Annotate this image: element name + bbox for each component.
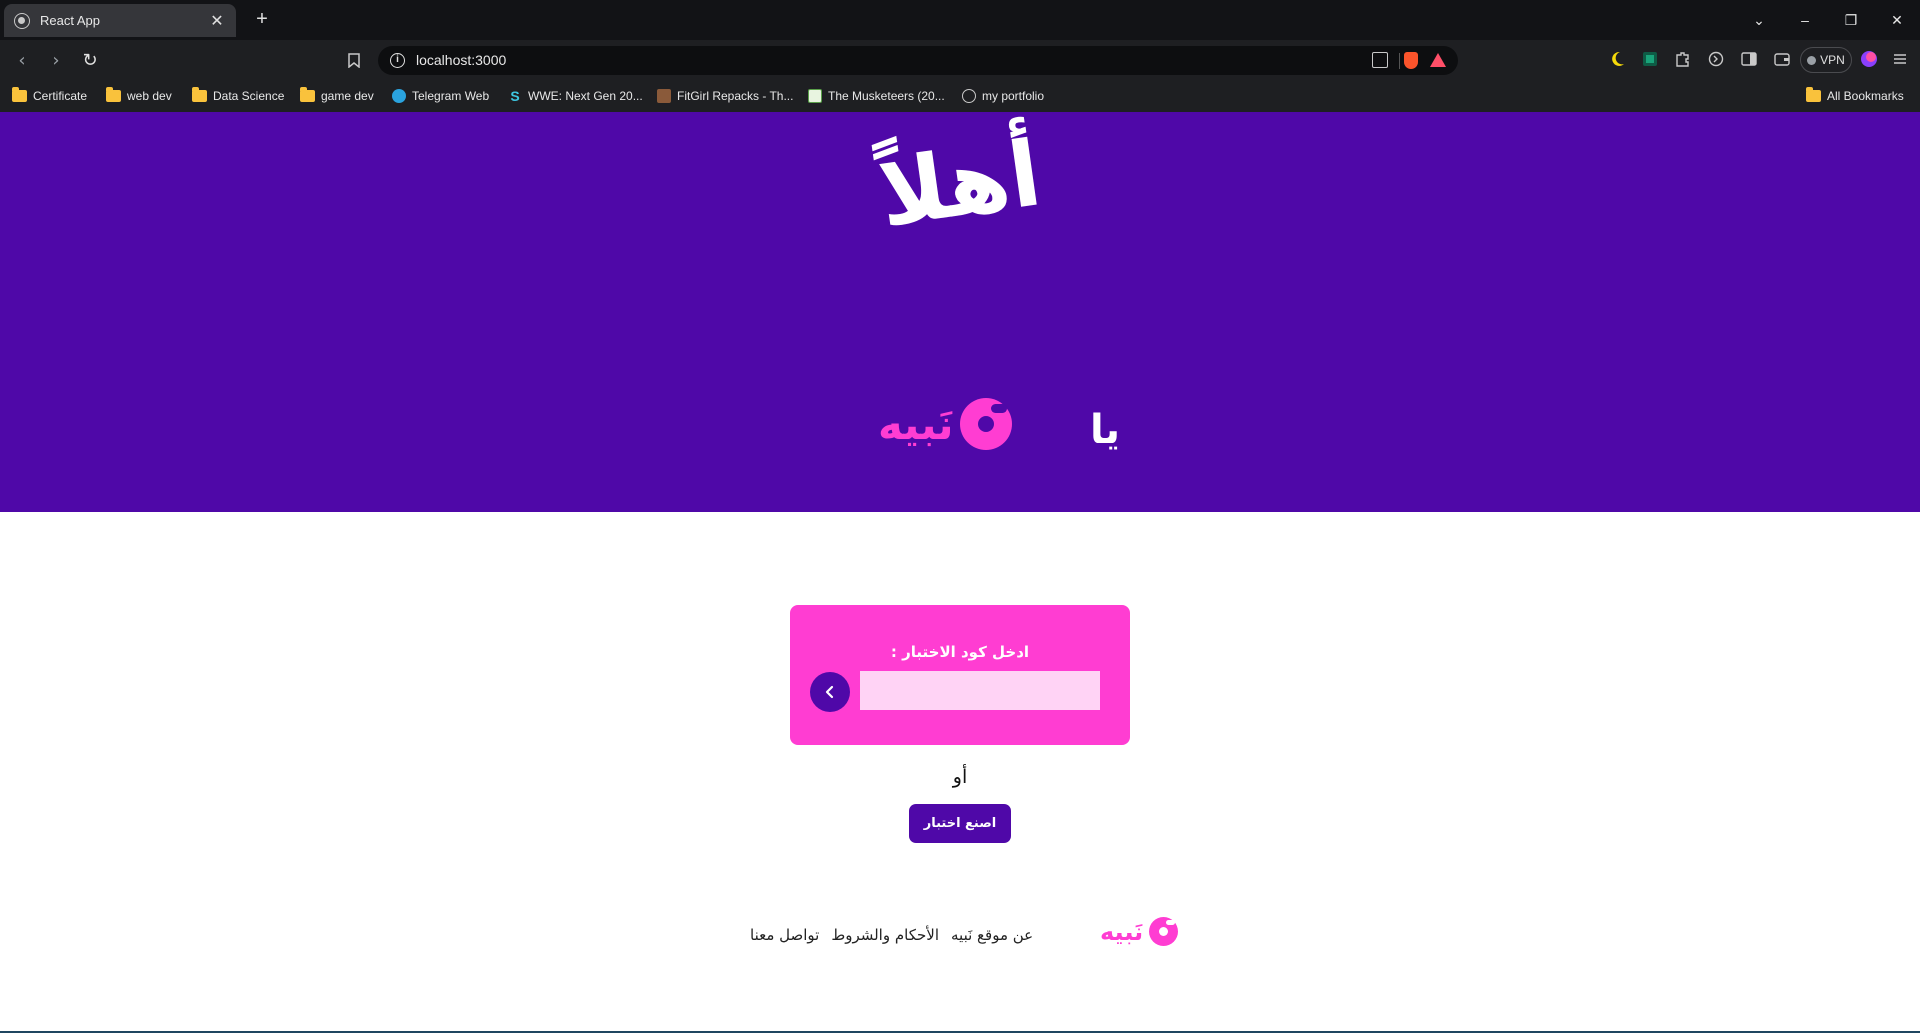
globe-icon: [14, 12, 30, 29]
quiz-code-label: ادخل كود الاختبار :: [890, 643, 1030, 661]
bookmarks-bar: Certificate web dev Data Science game de…: [0, 80, 1920, 112]
globe-icon: [962, 89, 976, 103]
bookmark-label: FitGirl Repacks - Th...: [677, 89, 794, 103]
brand-logo-icon: [1149, 917, 1179, 946]
or-divider-text: أو: [952, 766, 968, 788]
bookmark-fitgirl[interactable]: FitGirl Repacks - Th...: [657, 87, 793, 105]
sidebar-toggle-icon[interactable]: [1740, 50, 1758, 68]
bookmark-game-dev[interactable]: game dev: [300, 87, 374, 105]
vpn-label: VPN: [1820, 53, 1845, 67]
brave-shields-icon[interactable]: [1404, 52, 1418, 69]
leo-ai-icon[interactable]: [1860, 50, 1878, 68]
all-bookmarks[interactable]: All Bookmarks: [1806, 87, 1904, 105]
telegram-icon: [392, 89, 406, 103]
dark-reader-icon[interactable]: [1608, 50, 1626, 68]
bookmark-web-dev[interactable]: web dev: [106, 87, 172, 105]
reload-icon[interactable]: ↻: [78, 48, 102, 72]
browser-tab-strip: React App ✕ + ⌄ – ❐ ✕: [0, 0, 1920, 40]
footer-links: تواصل معنا الأحكام والشروط عن موقع نَبيه: [750, 926, 1033, 944]
bookmark-data-science[interactable]: Data Science: [192, 87, 284, 105]
tab-title: React App: [40, 13, 100, 28]
close-tab-icon[interactable]: ✕: [208, 11, 226, 30]
tab-search-icon[interactable]: ⌄: [1736, 0, 1782, 40]
new-tab-button[interactable]: +: [250, 8, 274, 32]
bookmark-label: my portfolio: [982, 89, 1045, 103]
submit-code-button[interactable]: [810, 672, 850, 712]
brave-rewards-icon[interactable]: [1430, 53, 1446, 67]
bookmark-portfolio[interactable]: my portfolio: [962, 87, 1044, 105]
folder-icon: [12, 87, 27, 102]
site-icon: S: [510, 88, 520, 104]
brand-wordmark: نَبيه: [1100, 917, 1144, 946]
all-bookmarks-label: All Bookmarks: [1827, 89, 1904, 103]
create-quiz-button[interactable]: اصنع اختبار: [909, 804, 1011, 843]
footer-brand-logo[interactable]: نَبيه: [1100, 917, 1179, 946]
share-icon[interactable]: [1372, 52, 1388, 68]
browser-toolbar: ‹ › ↻ i localhost:3000 VPN: [0, 40, 1920, 80]
bookmark-label: Certificate: [33, 89, 88, 103]
chevron-left-icon: [825, 685, 834, 699]
site-info-icon[interactable]: i: [390, 53, 405, 68]
omnibox-divider: [1399, 53, 1400, 69]
footer-link-contact[interactable]: تواصل معنا: [750, 926, 819, 944]
quiz-code-card: ادخل كود الاختبار :: [790, 605, 1130, 745]
vpn-status-icon: [1807, 55, 1817, 65]
minimize-button[interactable]: –: [1782, 0, 1828, 40]
extensions-puzzle-icon[interactable]: [1674, 50, 1692, 68]
brand-wordmark: نَبيه: [878, 399, 954, 449]
bookmark-label: Data Science: [213, 89, 285, 103]
bookmark-icon[interactable]: [342, 48, 366, 72]
extension-green-icon[interactable]: [1641, 50, 1659, 68]
bookmark-label: Telegram Web: [412, 89, 490, 103]
hero-ya: يا: [1090, 407, 1121, 453]
hero-title: أهلاً: [872, 121, 1048, 248]
close-window-button[interactable]: ✕: [1874, 0, 1920, 40]
bookmark-telegram[interactable]: Telegram Web: [392, 87, 489, 105]
site-icon: [808, 89, 822, 103]
restore-button[interactable]: ❐: [1828, 0, 1874, 40]
folder-icon: [106, 87, 121, 102]
menu-icon[interactable]: [1891, 50, 1909, 68]
back-icon[interactable]: ‹: [10, 48, 34, 72]
site-icon: [657, 89, 671, 103]
bookmark-label: web dev: [127, 89, 172, 103]
folder-icon: [192, 87, 207, 102]
folder-icon: [300, 87, 315, 102]
vpn-button[interactable]: VPN: [1800, 47, 1852, 73]
bookmark-label: WWE: Next Gen 20...: [528, 89, 643, 103]
bookmark-wwe[interactable]: S WWE: Next Gen 20...: [508, 87, 643, 105]
quiz-code-input[interactable]: [860, 671, 1100, 710]
active-tab[interactable]: React App ✕: [4, 4, 236, 37]
sync-icon[interactable]: [1707, 50, 1725, 68]
footer-link-about[interactable]: عن موقع نَبيه: [951, 926, 1033, 944]
url-text[interactable]: localhost:3000: [416, 52, 506, 68]
folder-icon: [1806, 87, 1821, 102]
footer-link-terms[interactable]: الأحكام والشروط: [831, 926, 939, 944]
brand-logo-icon: [959, 398, 1012, 450]
address-bar[interactable]: i localhost:3000: [378, 46, 1458, 75]
bookmark-certificate[interactable]: Certificate: [12, 87, 87, 105]
hero-brand-logo: نَبيه: [878, 398, 1012, 450]
bookmark-label: The Musketeers (20...: [828, 89, 945, 103]
wallet-icon[interactable]: [1773, 50, 1791, 68]
bookmark-label: game dev: [321, 89, 374, 103]
bookmark-musketeers[interactable]: The Musketeers (20...: [808, 87, 945, 105]
forward-icon[interactable]: ›: [44, 48, 68, 72]
